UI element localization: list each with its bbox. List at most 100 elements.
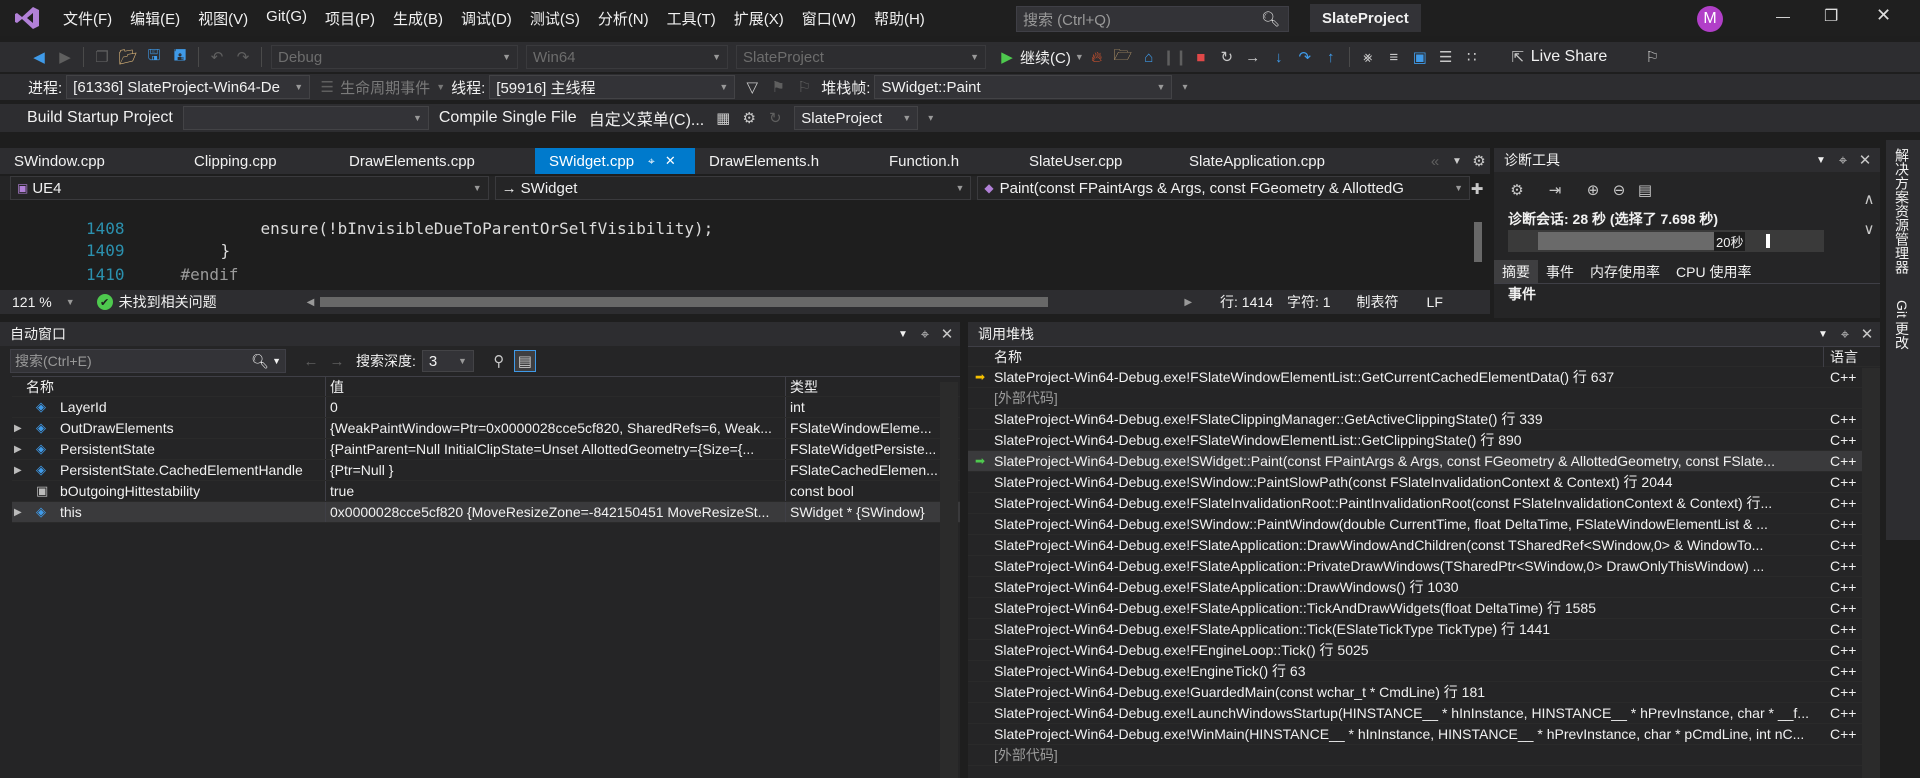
build-target-select[interactable]: ▼ <box>182 106 429 130</box>
minimize-icon[interactable]: — <box>1776 8 1790 24</box>
diag-timeline[interactable]: 20秒 <box>1508 230 1824 252</box>
callstack-row[interactable]: SlateProject-Win64-Debug.exe!FSlateAppli… <box>968 556 1880 577</box>
reset-zoom-icon[interactable]: ▤ <box>1634 179 1656 201</box>
tab-settings-icon[interactable]: ⚙ <box>1468 150 1490 172</box>
back-icon[interactable]: ◀ <box>28 46 50 68</box>
config-select[interactable]: Debug ▼ <box>271 45 518 69</box>
menu-item[interactable]: 扩展(X) <box>725 8 793 29</box>
callstack-row[interactable]: [外部代码] <box>968 745 1880 766</box>
compile-single-button[interactable]: Compile Single File <box>439 109 577 127</box>
callstack-row[interactable]: SlateProject-Win64-Debug.exe!FSlateAppli… <box>968 535 1880 556</box>
build-startup-button[interactable]: Build Startup Project <box>27 109 173 127</box>
autos-row[interactable]: ▶ ◈ OutDrawElements {WeakPaintWindow=Ptr=0x… <box>12 418 960 439</box>
document-tab[interactable]: Function.h <box>875 148 1015 174</box>
hot-reload-icon[interactable]: 🔥︎ <box>1086 46 1108 68</box>
tab-mode[interactable]: 制表符 <box>1357 292 1399 312</box>
callstack-row[interactable]: [外部代码] <box>968 388 1880 409</box>
refresh-icon[interactable]: ↻ <box>764 107 786 129</box>
stackframe-select[interactable]: SWidget::Paint ▼ <box>874 75 1173 99</box>
expand-icon[interactable]: ▶ <box>14 444 28 455</box>
save-icon[interactable]: 🖫︎ <box>143 46 165 68</box>
code-editor[interactable]: 1408 ensure(!bInvisibleDueToParentOrSelfV… <box>0 200 1470 290</box>
git-changes-tab[interactable]: Git 更改 <box>1892 300 1912 350</box>
col-type[interactable]: 类型 <box>786 377 938 396</box>
browser-link-icon[interactable]: ⌂ <box>1138 46 1160 68</box>
callstack-row[interactable]: SlateProject-Win64-Debug.exe!WinMain(HIN… <box>968 724 1880 745</box>
step-over-icon[interactable]: ↷ <box>1294 46 1316 68</box>
redo-icon[interactable]: ↷ <box>232 46 254 68</box>
autos-close-icon[interactable]: ✕ <box>936 323 958 345</box>
callstack-row[interactable]: SlateProject-Win64-Debug.exe!FSlateAppli… <box>968 577 1880 598</box>
callstack-row[interactable]: SlateProject-Win64-Debug.exe!FSlateClipp… <box>968 409 1880 430</box>
autos-search-input[interactable]: 搜索(Ctrl+E) 🔍︎ ▼ <box>10 349 286 373</box>
menu-item[interactable]: 编辑(E) <box>121 8 189 29</box>
depth-select[interactable]: 3 ▼ <box>421 350 474 372</box>
save-all-icon[interactable]: 🖪︎ <box>169 46 191 68</box>
menu-item[interactable]: 生成(B) <box>384 8 452 29</box>
callstack-row[interactable]: SlateProject-Win64-Debug.exe!GuardedMain… <box>968 682 1880 703</box>
menu-item[interactable]: Git(G) <box>257 8 316 29</box>
platform-select[interactable]: Win64 ▼ <box>526 45 728 69</box>
menu-item[interactable]: 项目(P) <box>316 8 384 29</box>
issues-status[interactable]: 未找到相关问题 <box>119 292 217 312</box>
scroll-up-icon[interactable]: ∧ <box>1858 188 1880 210</box>
autos-row[interactable]: ◈ LayerId 0 int <box>12 397 960 418</box>
autos-row[interactable]: ▣ bOutgoingHittestability true const bool <box>12 481 960 502</box>
step-into-icon[interactable]: ↓ <box>1268 46 1290 68</box>
callstack-close-icon[interactable]: ✕ <box>1856 323 1878 345</box>
attach-icon[interactable]: 🗁︎ <box>1112 46 1134 68</box>
threads-icon[interactable]: ≡ <box>1383 46 1405 68</box>
callstack-pin-icon[interactable]: ⌖ <box>1834 323 1856 345</box>
col-value[interactable]: 值 <box>326 377 786 396</box>
variable-value[interactable]: 0 <box>326 397 786 417</box>
flag-all-icon[interactable]: ⚐ <box>793 76 815 98</box>
forward-icon[interactable]: ▶ <box>54 46 76 68</box>
zoom-level[interactable]: 121 % <box>12 294 52 310</box>
tab-pin-icon[interactable]: ⌖ <box>648 154 655 169</box>
document-tab[interactable]: SWindow.cpp <box>0 148 180 174</box>
callstack-row[interactable]: SlateProject-Win64-Debug.exe!EngineTick(… <box>968 661 1880 682</box>
stop-icon[interactable]: ■ <box>1190 46 1212 68</box>
autos-vscrollbar[interactable] <box>940 382 958 778</box>
editor-vscrollbar-thumb[interactable] <box>1474 222 1482 262</box>
feedback-icon[interactable]: ⚐ <box>1641 46 1663 68</box>
variable-value[interactable]: {Ptr=Null } <box>326 460 786 480</box>
menu-item[interactable]: 分析(N) <box>589 8 658 29</box>
member-nav-select[interactable]: ◆ Paint(const FPaintArgs & Args, const F… <box>977 176 1470 200</box>
variable-value[interactable]: true <box>326 481 786 501</box>
search-box[interactable]: 搜索 (Ctrl+Q) 🔍︎ <box>1016 6 1289 32</box>
new-item-icon[interactable]: ❐ <box>91 46 113 68</box>
document-tab[interactable]: SlateApplication.cpp <box>1175 148 1365 174</box>
zoom-out-icon[interactable]: ⊖ <box>1608 179 1630 201</box>
document-tab[interactable]: DrawElements.cpp <box>335 148 535 174</box>
expand-icon[interactable]: ▶ <box>14 465 28 476</box>
close-window-icon[interactable]: ✕ <box>1876 5 1891 26</box>
pin-columns-icon[interactable]: ⚲ <box>488 350 510 372</box>
grid-icon[interactable]: ▦ <box>712 107 734 129</box>
callstack-row[interactable]: SlateProject-Win64-Debug.exe!SWindow::Pa… <box>968 472 1880 493</box>
diag-close-icon[interactable]: ✕ <box>1854 149 1876 171</box>
thread-select[interactable]: [59916] 主线程 ▼ <box>489 75 736 99</box>
col-name[interactable]: 名称 <box>12 377 326 396</box>
callstack-row[interactable]: SlateProject-Win64-Debug.exe!FSlateAppli… <box>968 598 1880 619</box>
hex-icon[interactable]: ⨳ <box>1357 46 1379 68</box>
breakpoint-icon[interactable]: ▣ <box>1409 46 1431 68</box>
callstack-row[interactable]: SlateProject-Win64-Debug.exe!SWindow::Pa… <box>968 514 1880 535</box>
solution-explorer-tab[interactable]: 解决方案资源管理器 <box>1892 148 1912 274</box>
undo-icon[interactable]: ↶ <box>206 46 228 68</box>
autos-row[interactable]: ▶ ◈ this 0x0000028cce5cf820 {MoveResizeZone… <box>12 502 960 523</box>
startup-select[interactable]: SlateProject ▼ <box>736 45 986 69</box>
pin-icon[interactable]: ⌖ <box>1832 149 1854 171</box>
split-icon[interactable]: ✚ <box>1466 178 1488 200</box>
scroll-down-icon[interactable]: ∨ <box>1858 218 1880 240</box>
callstack-vscrollbar[interactable] <box>1862 368 1880 778</box>
pause-icon[interactable]: ❙❙ <box>1162 46 1187 68</box>
menu-item[interactable]: 调试(D) <box>452 8 521 29</box>
variable-value[interactable]: 0x0000028cce5cf820 {MoveResizeZone=-8421… <box>326 502 786 522</box>
tab-scroll-left-icon[interactable]: « <box>1424 150 1446 172</box>
menu-item[interactable]: 视图(V) <box>189 8 257 29</box>
step-out-icon[interactable]: ↑ <box>1320 46 1342 68</box>
zoom-in-icon[interactable]: ⊕ <box>1582 179 1604 201</box>
callstack-row[interactable]: SlateProject-Win64-Debug.exe!FSlateInval… <box>968 493 1880 514</box>
avatar[interactable]: M <box>1697 6 1723 32</box>
